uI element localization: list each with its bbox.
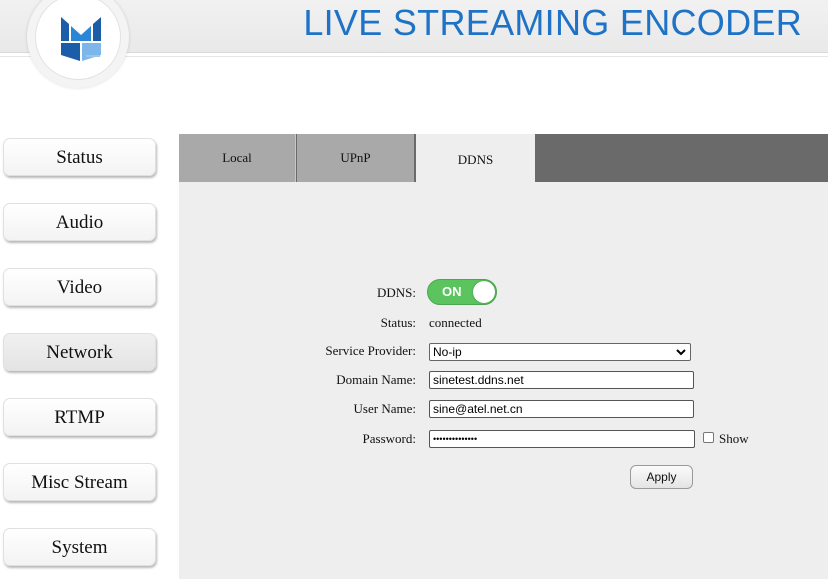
domain-name-input[interactable]: sinetest.ddns.net [429, 371, 694, 389]
service-provider-select[interactable]: No-ip [429, 343, 691, 361]
toggle-knob [473, 281, 495, 303]
page-title: LIVE STREAMING ENCODER [303, 2, 802, 43]
sidebar-item-status[interactable]: Status [3, 138, 156, 176]
user-name-input[interactable]: sine@atel.net.cn [429, 400, 694, 418]
sidebar-item-network[interactable]: Network [3, 333, 156, 371]
ddns-toggle[interactable]: ON [427, 279, 497, 305]
status-value: connected [429, 315, 482, 330]
service-provider-label: Service Provider: [325, 343, 416, 358]
show-password-label: Show [719, 431, 749, 446]
page: LIVE STREAMING ENCODER Status Audio Vide… [0, 0, 828, 579]
ddns-form: DDNS: ON Status: connected Service Provi… [179, 134, 828, 579]
password-label: Password: [362, 431, 416, 446]
sidebar-item-audio[interactable]: Audio [3, 203, 156, 241]
logo-disc [35, 0, 121, 80]
apply-button[interactable]: Apply [630, 465, 693, 489]
sidebar-item-video[interactable]: Video [3, 268, 156, 306]
network-panel: Local UPnP DDNS DDNS: ON Status: connect… [179, 134, 828, 579]
sidebar-item-misc-stream[interactable]: Misc Stream [3, 463, 156, 501]
domain-name-label: Domain Name: [336, 372, 416, 387]
ddns-label: DDNS: [376, 285, 416, 300]
sidebar-item-rtmp[interactable]: RTMP [3, 398, 156, 436]
show-password-checkbox[interactable] [703, 432, 714, 443]
ddns-toggle-state: ON [442, 284, 462, 299]
user-name-label: User Name: [353, 401, 416, 416]
chevron-down-icon [676, 349, 686, 356]
service-provider-value: No-ip [433, 345, 462, 359]
encoder-logo-icon [61, 17, 101, 61]
status-label: Status: [380, 315, 416, 330]
sidebar-item-system[interactable]: System [3, 528, 156, 566]
password-input[interactable]: •••••••••••••• [429, 430, 695, 448]
logo [27, 0, 129, 88]
